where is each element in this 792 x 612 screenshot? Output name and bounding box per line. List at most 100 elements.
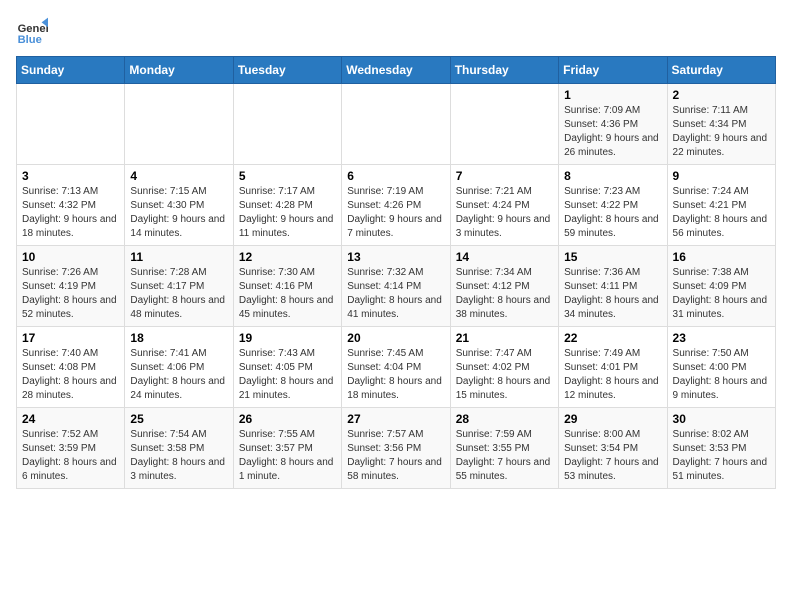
day-number: 5 xyxy=(239,169,336,183)
logo: General Blue xyxy=(16,16,54,48)
day-info: Sunrise: 7:55 AM Sunset: 3:57 PM Dayligh… xyxy=(239,428,336,484)
day-info: Sunrise: 7:49 AM Sunset: 4:01 PM Dayligh… xyxy=(564,347,661,403)
calendar-cell: 28Sunrise: 7:59 AM Sunset: 3:55 PM Dayli… xyxy=(450,408,558,489)
calendar-cell: 19 Sunrise: 7:43 AM Sunset: 4:05 PM Dayli… xyxy=(233,327,341,408)
calendar-cell: 14 Sunrise: 7:34 AM Sunset: 4:12 PM Dayli… xyxy=(450,246,558,327)
day-number: 2 xyxy=(673,88,770,102)
calendar-cell: 6Sunrise: 7:19 AM Sunset: 4:26 PM Daylig… xyxy=(342,165,450,246)
day-info: Sunrise: 7:13 AM Sunset: 4:32 PM Dayligh… xyxy=(22,185,119,241)
day-info: Sunrise: 8:00 AM Sunset: 3:54 PM Dayligh… xyxy=(564,428,661,484)
header-sunday: Sunday xyxy=(17,57,125,84)
header-tuesday: Tuesday xyxy=(233,57,341,84)
day-number: 27 xyxy=(347,412,444,426)
day-number: 1 xyxy=(564,88,661,102)
week-row-5: 24 Sunrise: 7:52 AM Sunset: 3:59 PM Dayli… xyxy=(17,408,776,489)
calendar-cell: 3 Sunrise: 7:13 AM Sunset: 4:32 PM Daylig… xyxy=(17,165,125,246)
svg-text:General: General xyxy=(18,23,48,35)
day-info: Sunrise: 7:57 AM Sunset: 3:56 PM Dayligh… xyxy=(347,428,444,484)
header-wednesday: Wednesday xyxy=(342,57,450,84)
day-number: 12 xyxy=(239,250,336,264)
day-number: 10 xyxy=(22,250,119,264)
day-number: 29 xyxy=(564,412,661,426)
calendar-cell: 30 Sunrise: 8:02 AM Sunset: 3:53 PM Dayli… xyxy=(667,408,775,489)
day-number: 13 xyxy=(347,250,444,264)
day-info: Sunrise: 7:23 AM Sunset: 4:22 PM Dayligh… xyxy=(564,185,661,241)
day-number: 4 xyxy=(130,169,227,183)
calendar-cell xyxy=(450,84,558,165)
day-info: Sunrise: 7:30 AM Sunset: 4:16 PM Dayligh… xyxy=(239,266,336,322)
calendar-cell: 8 Sunrise: 7:23 AM Sunset: 4:22 PM Daylig… xyxy=(559,165,667,246)
calendar-cell xyxy=(342,84,450,165)
day-number: 9 xyxy=(673,169,770,183)
day-number: 18 xyxy=(130,331,227,345)
calendar-table: SundayMondayTuesdayWednesdayThursdayFrid… xyxy=(16,56,776,489)
day-info: Sunrise: 7:52 AM Sunset: 3:59 PM Dayligh… xyxy=(22,428,119,484)
day-info: Sunrise: 7:17 AM Sunset: 4:28 PM Dayligh… xyxy=(239,185,336,241)
svg-text:Blue: Blue xyxy=(18,34,42,46)
calendar-cell: 25 Sunrise: 7:54 AM Sunset: 3:58 PM Dayli… xyxy=(125,408,233,489)
calendar-cell: 5 Sunrise: 7:17 AM Sunset: 4:28 PM Daylig… xyxy=(233,165,341,246)
day-number: 19 xyxy=(239,331,336,345)
day-info: Sunrise: 7:43 AM Sunset: 4:05 PM Dayligh… xyxy=(239,347,336,403)
day-info: Sunrise: 7:11 AM Sunset: 4:34 PM Dayligh… xyxy=(673,104,770,160)
calendar-cell: 15 Sunrise: 7:36 AM Sunset: 4:11 PM Dayli… xyxy=(559,246,667,327)
calendar-cell xyxy=(233,84,341,165)
day-number: 6 xyxy=(347,169,444,183)
header-thursday: Thursday xyxy=(450,57,558,84)
logo-icon: General Blue xyxy=(16,16,48,48)
calendar-cell: 7 Sunrise: 7:21 AM Sunset: 4:24 PM Daylig… xyxy=(450,165,558,246)
day-info: Sunrise: 7:36 AM Sunset: 4:11 PM Dayligh… xyxy=(564,266,661,322)
day-info: Sunrise: 7:54 AM Sunset: 3:58 PM Dayligh… xyxy=(130,428,227,484)
header-saturday: Saturday xyxy=(667,57,775,84)
calendar-cell: 13Sunrise: 7:32 AM Sunset: 4:14 PM Dayli… xyxy=(342,246,450,327)
day-info: Sunrise: 7:47 AM Sunset: 4:02 PM Dayligh… xyxy=(456,347,553,403)
day-info: Sunrise: 7:26 AM Sunset: 4:19 PM Dayligh… xyxy=(22,266,119,322)
calendar-cell: 21 Sunrise: 7:47 AM Sunset: 4:02 PM Dayli… xyxy=(450,327,558,408)
day-number: 15 xyxy=(564,250,661,264)
day-info: Sunrise: 7:21 AM Sunset: 4:24 PM Dayligh… xyxy=(456,185,553,241)
day-number: 3 xyxy=(22,169,119,183)
day-number: 25 xyxy=(130,412,227,426)
header-monday: Monday xyxy=(125,57,233,84)
day-number: 14 xyxy=(456,250,553,264)
week-row-1: 1Sunrise: 7:09 AM Sunset: 4:36 PM Daylig… xyxy=(17,84,776,165)
calendar-cell: 12 Sunrise: 7:30 AM Sunset: 4:16 PM Dayli… xyxy=(233,246,341,327)
day-number: 7 xyxy=(456,169,553,183)
calendar-cell: 23 Sunrise: 7:50 AM Sunset: 4:00 PM Dayli… xyxy=(667,327,775,408)
calendar-cell: 10 Sunrise: 7:26 AM Sunset: 4:19 PM Dayli… xyxy=(17,246,125,327)
calendar-cell: 26 Sunrise: 7:55 AM Sunset: 3:57 PM Dayli… xyxy=(233,408,341,489)
day-number: 30 xyxy=(673,412,770,426)
calendar-cell xyxy=(125,84,233,165)
day-number: 20 xyxy=(347,331,444,345)
day-info: Sunrise: 7:38 AM Sunset: 4:09 PM Dayligh… xyxy=(673,266,770,322)
week-row-4: 17 Sunrise: 7:40 AM Sunset: 4:08 PM Dayli… xyxy=(17,327,776,408)
day-info: Sunrise: 7:34 AM Sunset: 4:12 PM Dayligh… xyxy=(456,266,553,322)
day-info: Sunrise: 7:45 AM Sunset: 4:04 PM Dayligh… xyxy=(347,347,444,403)
day-info: Sunrise: 7:15 AM Sunset: 4:30 PM Dayligh… xyxy=(130,185,227,241)
day-number: 21 xyxy=(456,331,553,345)
header-friday: Friday xyxy=(559,57,667,84)
calendar-cell: 24 Sunrise: 7:52 AM Sunset: 3:59 PM Dayli… xyxy=(17,408,125,489)
week-row-3: 10 Sunrise: 7:26 AM Sunset: 4:19 PM Dayli… xyxy=(17,246,776,327)
day-info: Sunrise: 7:28 AM Sunset: 4:17 PM Dayligh… xyxy=(130,266,227,322)
calendar-cell xyxy=(17,84,125,165)
day-number: 8 xyxy=(564,169,661,183)
day-number: 24 xyxy=(22,412,119,426)
calendar-cell: 22 Sunrise: 7:49 AM Sunset: 4:01 PM Dayli… xyxy=(559,327,667,408)
page-header: General Blue xyxy=(16,16,776,48)
day-number: 26 xyxy=(239,412,336,426)
day-info: Sunrise: 8:02 AM Sunset: 3:53 PM Dayligh… xyxy=(673,428,770,484)
day-info: Sunrise: 7:59 AM Sunset: 3:55 PM Dayligh… xyxy=(456,428,553,484)
day-number: 16 xyxy=(673,250,770,264)
day-number: 17 xyxy=(22,331,119,345)
day-info: Sunrise: 7:40 AM Sunset: 4:08 PM Dayligh… xyxy=(22,347,119,403)
calendar-cell: 4 Sunrise: 7:15 AM Sunset: 4:30 PM Daylig… xyxy=(125,165,233,246)
calendar-cell: 2 Sunrise: 7:11 AM Sunset: 4:34 PM Daylig… xyxy=(667,84,775,165)
calendar-cell: 17 Sunrise: 7:40 AM Sunset: 4:08 PM Dayli… xyxy=(17,327,125,408)
day-number: 23 xyxy=(673,331,770,345)
calendar-cell: 29 Sunrise: 8:00 AM Sunset: 3:54 PM Dayli… xyxy=(559,408,667,489)
day-info: Sunrise: 7:50 AM Sunset: 4:00 PM Dayligh… xyxy=(673,347,770,403)
day-info: Sunrise: 7:24 AM Sunset: 4:21 PM Dayligh… xyxy=(673,185,770,241)
week-row-2: 3 Sunrise: 7:13 AM Sunset: 4:32 PM Daylig… xyxy=(17,165,776,246)
day-number: 22 xyxy=(564,331,661,345)
